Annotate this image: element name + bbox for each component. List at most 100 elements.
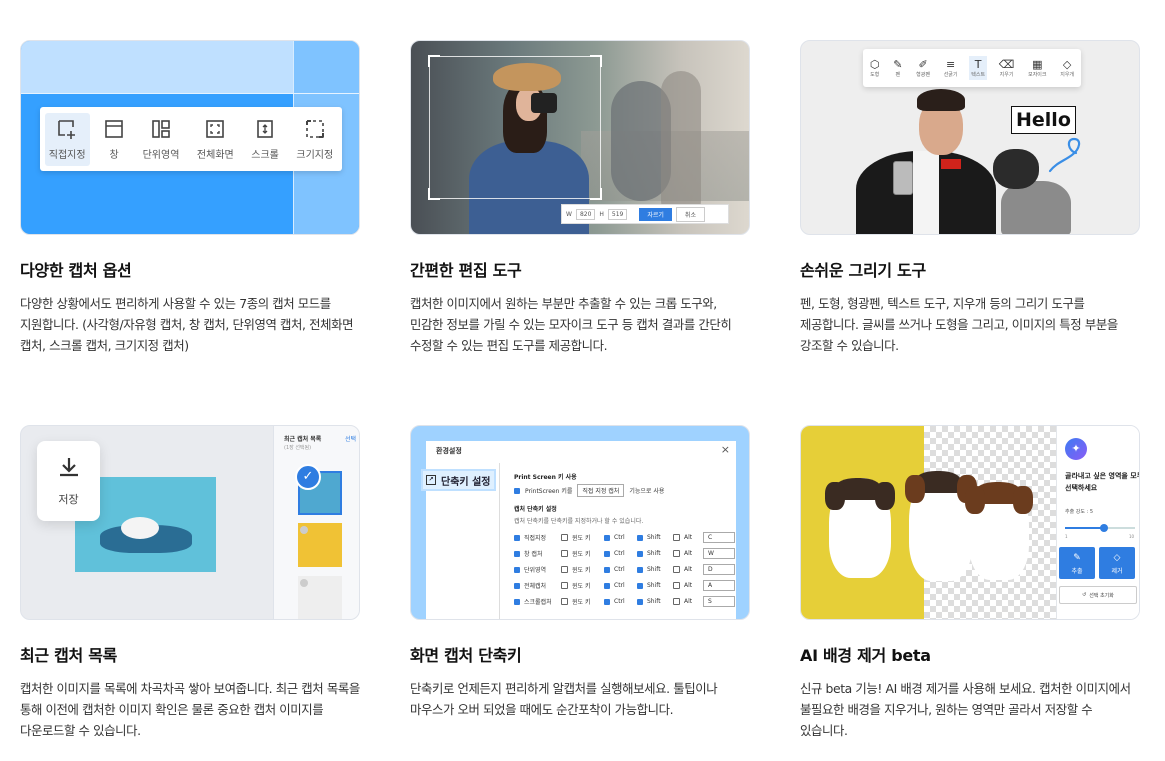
mosaic-icon: ▦ bbox=[1032, 58, 1043, 71]
feature-card-shortcuts: 환경설정 × ↗ 단축키 설정 Print Screen 키 사용 PrintSc… bbox=[410, 425, 750, 720]
unchecked-dot bbox=[300, 579, 308, 587]
card-description: 신규 beta 기능! AI 배경 제거를 사용해 보세요. 캡처한 이미지에서… bbox=[800, 681, 1131, 738]
line-width-icon: ≡ bbox=[946, 58, 956, 71]
card-title: AI 배경 제거 beta bbox=[800, 646, 931, 665]
photo-puppy bbox=[965, 482, 1033, 580]
shortcut-row: 창 캡처 윈도 키 Ctrl Shift Alt W bbox=[514, 548, 735, 559]
card-title: 간편한 편집 도구 bbox=[410, 261, 522, 280]
tool-highlighter: ✐ 형광펜 bbox=[916, 58, 930, 78]
photo-puppy bbox=[121, 517, 159, 539]
crop-toolbar: W 820 H 519 자르기 취소 bbox=[561, 204, 729, 224]
capture-options-thumbnail: 직접지정 창 단위영역 전체화면 스크롤 크기지정 bbox=[20, 40, 360, 235]
ai-removal-panel: ✦ 골라내고 싶은 영역을 모두 선택하세요 추출 강도 : 5 1 10 ✎ 추… bbox=[1056, 426, 1139, 619]
shape-icon: ⬡ bbox=[869, 58, 880, 71]
tool-pen: ✎ 펜 bbox=[893, 58, 903, 78]
save-button: 저장 bbox=[37, 441, 100, 521]
shortcut-settings-tab: ↗ 단축키 설정 bbox=[421, 469, 496, 491]
drawing-tools-thumbnail: ⬡ 도형 ✎ 펜 ✐ 형광펜 ≡ 선굵기 T 텍스트 ⌫ 지우기 ▦ 모자이크 ◇ 지우개 He… bbox=[800, 40, 1140, 235]
scroll-icon bbox=[257, 119, 273, 138]
fullscreen-icon bbox=[206, 119, 225, 138]
card-title: 다양한 캡처 옵션 bbox=[20, 261, 132, 280]
photo-pug-body bbox=[1001, 181, 1071, 234]
pen-icon: ✎ bbox=[893, 58, 903, 71]
feature-card-ai-background: ✦ 골라내고 싶은 영역을 모두 선택하세요 추출 강도 : 5 1 10 ✎ 추… bbox=[800, 425, 1140, 741]
extract-level-label: 추출 강도 : 5 bbox=[1065, 509, 1094, 515]
feature-card-recent-captures: 저장 최근 캡처 목록 (1장 선택됨) 선택 ✓ 최근 캡처 목록 캡처한 이… bbox=[20, 425, 360, 741]
shortcut-icon: ↗ bbox=[426, 475, 436, 485]
printscreen-section-title: Print Screen 키 사용 bbox=[514, 474, 577, 481]
remove-button: ◇ 제거 bbox=[1099, 547, 1135, 579]
recent-panel-title: 최근 캡처 목록 bbox=[284, 436, 322, 443]
capture-mode-toolbar: 직접지정 창 단위영역 전체화면 스크롤 크기지정 bbox=[40, 107, 342, 171]
shortcut-row: 단위영역 윈도 키 Ctrl Shift Alt D bbox=[514, 564, 735, 575]
download-icon bbox=[59, 458, 78, 477]
shortcuts-thumbnail: 환경설정 × ↗ 단축키 설정 Print Screen 키 사용 PrintSc… bbox=[410, 425, 750, 620]
checkbox-checked bbox=[514, 487, 520, 494]
reset-icon: ↺ bbox=[1082, 592, 1087, 598]
crop-ok-button: 자르기 bbox=[639, 207, 672, 221]
hello-text-annotation: Hello bbox=[1011, 106, 1076, 134]
drawn-squiggle-icon bbox=[1048, 137, 1081, 173]
tool-eraser: ◇ 지우개 bbox=[1060, 58, 1075, 78]
card-description: 펜, 도형, 형광펜, 텍스트 도구, 지우개 등의 그리기 도구를 제공합니다… bbox=[800, 296, 1118, 353]
mode-fullscreen: 전체화면 bbox=[193, 113, 238, 166]
photo-puppy bbox=[825, 478, 895, 578]
recent-captures-panel: 최근 캡처 목록 (1장 선택됨) 선택 bbox=[273, 426, 359, 619]
shortcut-row: 스크롤캡처 윈도 키 Ctrl Shift Alt S bbox=[514, 596, 735, 607]
ai-background-thumbnail: ✦ 골라내고 싶은 영역을 모두 선택하세요 추출 강도 : 5 1 10 ✎ 추… bbox=[800, 425, 1140, 620]
settings-dialog: 환경설정 × ↗ 단축키 설정 Print Screen 키 사용 PrintSc… bbox=[421, 441, 736, 619]
crop-cancel-button: 취소 bbox=[675, 206, 705, 222]
crop-width-input: 820 bbox=[575, 208, 596, 220]
mode-fixed-size: 크기지정 bbox=[292, 113, 337, 166]
tool-text: T 텍스트 bbox=[969, 56, 988, 80]
shortcut-row: 직접지정 윈도 키 Ctrl Shift Alt C bbox=[514, 532, 735, 543]
phone-icon bbox=[893, 161, 913, 195]
mode-direct: 직접지정 bbox=[44, 112, 90, 166]
mode-unit-area: 단위영역 bbox=[139, 113, 184, 166]
tool-clear: ⌫ 지우기 bbox=[998, 58, 1015, 78]
drawing-toolbar: ⬡ 도형 ✎ 펜 ✐ 형광펜 ≡ 선굵기 T 텍스트 ⌫ 지우기 ▦ 모자이크 ◇ 지우개 bbox=[863, 49, 1081, 87]
unit-area-icon bbox=[152, 119, 170, 138]
highlighter-icon: ✐ bbox=[918, 58, 928, 71]
extract-level-slider bbox=[1065, 524, 1135, 532]
tool-line-width: ≡ 선굵기 bbox=[943, 58, 958, 78]
crop-selection bbox=[428, 55, 602, 200]
crop-height-input: 519 bbox=[607, 208, 628, 220]
slider-knob bbox=[1100, 524, 1108, 532]
window-icon bbox=[105, 119, 123, 138]
tool-shape: ⬡ 도형 bbox=[869, 58, 880, 78]
unchecked-dot bbox=[300, 526, 308, 534]
eraser-icon: ◇ bbox=[1062, 58, 1072, 71]
recent-select-link: 선택 bbox=[344, 436, 356, 443]
card-description: 캡처한 이미지에서 원하는 부분만 추출할 수 있는 크롭 도구와, 민감한 정… bbox=[410, 296, 732, 353]
close-icon: × bbox=[720, 443, 730, 456]
reset-selection-button: ↺ 선택 초기화 bbox=[1059, 586, 1137, 604]
card-title: 손쉬운 그리기 도구 bbox=[800, 261, 926, 280]
photo-man-hair bbox=[917, 89, 965, 111]
feature-card-capture-options: 직접지정 창 단위영역 전체화면 스크롤 크기지정 다양한 캡처 옵션 다양한 … bbox=[20, 40, 360, 356]
mode-window: 창 bbox=[99, 113, 129, 166]
card-title: 최근 캡처 목록 bbox=[20, 646, 118, 665]
clear-icon: ⌫ bbox=[998, 58, 1015, 71]
dialog-title: 환경설정 bbox=[436, 447, 462, 455]
recent-captures-thumbnail: 저장 최근 캡처 목록 (1장 선택됨) 선택 ✓ bbox=[20, 425, 360, 620]
shortcut-section-title: 캡처 단축키 설정 bbox=[514, 506, 557, 513]
recent-panel-subtitle: (1장 선택됨) bbox=[284, 445, 312, 451]
text-icon: T bbox=[974, 58, 982, 71]
printscreen-option: PrintScreen 키를 직접 지정 캡처 기능으로 사용 bbox=[514, 484, 664, 497]
shortcut-note: 캡처 단축키를 단축키를 지정하거나 할 수 있습니다. bbox=[514, 518, 644, 525]
shortcut-row: 전체캡처 윈도 키 Ctrl Shift Alt A bbox=[514, 580, 735, 591]
card-description: 다양한 상황에서도 편리하게 사용할 수 있는 7종의 캡처 모드를 지원합니다… bbox=[20, 296, 354, 353]
direct-select-icon bbox=[58, 119, 76, 139]
printscreen-select: 직접 지정 캡처 bbox=[577, 484, 625, 497]
feature-card-drawing-tools: ⬡ 도형 ✎ 펜 ✐ 형광펜 ≡ 선굵기 T 텍스트 ⌫ 지우기 ▦ 모자이크 ◇ 지우개 He… bbox=[800, 40, 1140, 356]
card-title: 화면 캡처 단축키 bbox=[410, 646, 522, 665]
edit-tools-thumbnail: W 820 H 519 자르기 취소 bbox=[410, 40, 750, 235]
eyedropper-icon: ✎ bbox=[1073, 553, 1081, 563]
extract-button: ✎ 추출 bbox=[1059, 547, 1095, 579]
photo-man-shirt bbox=[913, 151, 939, 234]
photo-puppy bbox=[905, 471, 977, 581]
card-description: 단축키로 언제든지 편리하게 알캡처를 실행해보세요. 툴팁이나 마우스가 오버… bbox=[410, 681, 718, 717]
fixed-size-icon bbox=[305, 119, 324, 138]
eraser-icon: ◇ bbox=[1113, 553, 1121, 563]
